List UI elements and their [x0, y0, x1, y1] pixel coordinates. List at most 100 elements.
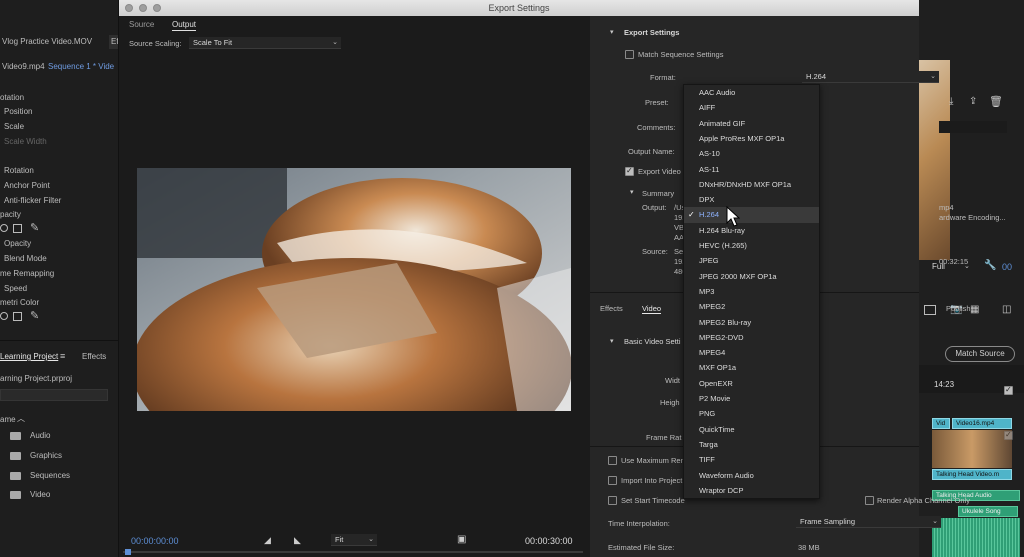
export-video-checkbox[interactable]	[625, 166, 634, 176]
set-out-point-icon[interactable]: ◣	[294, 535, 301, 546]
menu-item-p2-movie[interactable]: P2 Movie	[684, 391, 819, 406]
minimize-window-button[interactable]	[139, 4, 147, 12]
lock-aspect-checkbox[interactable]	[1004, 385, 1013, 395]
sequence-label[interactable]: Sequence 1 * Vide	[48, 60, 114, 74]
menu-item-targa[interactable]: Targa	[684, 437, 819, 452]
chevron-down-icon: ⌄	[332, 39, 338, 46]
panel-menu-icon[interactable]: ≡	[60, 351, 65, 361]
source-scaling-dropdown[interactable]: Scale To Fit ⌄	[189, 37, 341, 49]
frame-rate-checkbox[interactable]	[1004, 430, 1013, 440]
program-monitor-preview	[918, 60, 950, 260]
rectangle-mask-icon-2[interactable]	[13, 312, 22, 321]
timecode-start[interactable]: 00:00:00:00	[131, 536, 179, 546]
save-preset-icon[interactable]: ⤓	[949, 96, 953, 107]
menu-item-tiff[interactable]: TIFF	[684, 452, 819, 467]
project-search-input[interactable]	[0, 389, 108, 401]
frame-rate-label: Frame Rat	[646, 433, 682, 442]
clip-vid[interactable]: Vid	[932, 418, 950, 429]
estimated-size-value: 38 MB	[798, 543, 820, 552]
tab-effects-export[interactable]: Effects	[600, 304, 623, 313]
sequence-clip-name: Video9.mp4	[2, 62, 45, 71]
menu-item-h264[interactable]: ✓ H.264	[684, 207, 819, 223]
basic-video-collapse-icon[interactable]: ▾	[610, 337, 614, 345]
set-in-point-icon[interactable]: ◢	[264, 535, 271, 546]
set-start-timecode-checkbox[interactable]	[608, 496, 617, 505]
ellipse-mask-icon[interactable]	[0, 224, 8, 232]
menu-item-wraptor-dcp[interactable]: Wraptor DCP	[684, 483, 819, 498]
collapse-triangle-icon[interactable]: ▾	[610, 28, 614, 36]
tab-output[interactable]: Output	[172, 20, 197, 31]
safe-margins-icon[interactable]	[924, 305, 936, 315]
fit-dropdown[interactable]: Fit ⌄	[331, 534, 377, 546]
maximize-window-button[interactable]	[153, 4, 161, 12]
chevron-down-icon: ⌄	[930, 73, 936, 80]
playhead[interactable]	[125, 549, 131, 555]
program-timeline-background: Full ⌄ 🔧 00 📷 ▦ ◫ 14:23 Vid Video16.mp4 …	[918, 0, 1024, 557]
close-window-button[interactable]	[125, 4, 133, 12]
format-dropdown[interactable]: H.264 ⌄	[802, 71, 939, 83]
bin-audio[interactable]: Audio	[30, 429, 50, 443]
menu-item-hevc[interactable]: HEVC (H.265)	[684, 238, 819, 253]
menu-item-animated-gif[interactable]: Animated GIF	[684, 116, 819, 131]
menu-item-waveform-audio[interactable]: Waveform Audio	[684, 468, 819, 483]
menu-item-openexr[interactable]: OpenEXR	[684, 376, 819, 391]
summary-source-time: 00:32:15	[939, 257, 969, 266]
menu-item-png[interactable]: PNG	[684, 406, 819, 421]
lift-icon[interactable]: ▦	[970, 304, 979, 315]
ellipse-mask-icon-2[interactable]	[0, 312, 8, 320]
menu-item-as11[interactable]: AS-11	[684, 162, 819, 177]
menu-item-jpeg[interactable]: JPEG	[684, 253, 819, 268]
tab-publish[interactable]: Publish	[946, 304, 971, 313]
sort-up-icon[interactable]: ︿	[17, 413, 25, 424]
timeline-scrubber[interactable]	[123, 551, 583, 553]
folder-icon	[10, 452, 21, 460]
render-alpha-checkbox[interactable]	[865, 496, 874, 505]
compare-icon[interactable]: ◫	[1002, 304, 1011, 315]
pen-mask-icon-2[interactable]: ✎	[30, 309, 39, 322]
menu-item-mpeg4[interactable]: MPEG4	[684, 345, 819, 360]
delete-preset-icon[interactable]: 🗑	[989, 95, 1003, 108]
rectangle-mask-icon[interactable]	[13, 224, 22, 233]
menu-item-mp3[interactable]: MP3	[684, 284, 819, 299]
import-into-project-checkbox[interactable]	[608, 476, 617, 485]
match-source-button[interactable]: Match Source	[945, 346, 1015, 362]
menu-item-prores-mxf[interactable]: Apple ProRes MXF OP1a	[684, 131, 819, 146]
menu-item-mpeg2-dvd[interactable]: MPEG2-DVD	[684, 330, 819, 345]
tab-source[interactable]: Source	[129, 20, 154, 29]
divider	[0, 340, 120, 341]
summary-collapse-icon[interactable]: ▾	[630, 188, 634, 196]
folder-icon	[10, 472, 21, 480]
import-preset-icon[interactable]: ⇪	[969, 96, 977, 107]
menu-item-mpeg2-bluray[interactable]: MPEG2 Blu-ray	[684, 315, 819, 330]
summary-hw-encoding: ardware Encoding...	[939, 213, 1006, 222]
comments-input[interactable]	[939, 121, 1007, 133]
menu-item-dpx[interactable]: DPX	[684, 192, 819, 207]
menu-item-mxf-op1a[interactable]: MXF OP1a	[684, 360, 819, 375]
menu-item-aac-audio[interactable]: AAC Audio	[684, 85, 819, 100]
bin-graphics[interactable]: Graphics	[30, 449, 62, 463]
menu-item-aiff[interactable]: AIFF	[684, 100, 819, 115]
time-interpolation-dropdown[interactable]: Frame Sampling ⌄	[796, 516, 941, 528]
match-sequence-checkbox[interactable]	[625, 50, 634, 59]
menu-item-mpeg2[interactable]: MPEG2	[684, 299, 819, 314]
menu-item-jpeg2000[interactable]: JPEG 2000 MXF OP1a	[684, 269, 819, 284]
clip-talking-head-video[interactable]: Talking Head Video.m	[932, 469, 1012, 480]
clip-video16[interactable]: Video16.mp4	[952, 418, 1012, 429]
menu-item-as10[interactable]: AS-10	[684, 146, 819, 161]
clip-ukulele-song[interactable]: Ukulele Song	[958, 506, 1018, 517]
pen-mask-icon[interactable]: ✎	[30, 221, 39, 234]
menu-item-dnxhr[interactable]: DNxHR/DNxHD MXF OP1a	[684, 177, 819, 192]
aspect-correction-icon[interactable]: ▣	[457, 534, 466, 545]
tab-project[interactable]: Learning Project	[0, 350, 58, 364]
menu-item-quicktime[interactable]: QuickTime	[684, 422, 819, 437]
column-name-header[interactable]: ame	[0, 413, 16, 427]
use-max-render-checkbox[interactable]	[608, 456, 617, 465]
tab-video[interactable]: Video	[642, 304, 662, 314]
menu-item-h264-bluray[interactable]: H.264 Blu-ray	[684, 223, 819, 238]
tab-effects[interactable]: Effects	[82, 350, 106, 364]
bin-sequences[interactable]: Sequences	[30, 469, 70, 483]
prop-blend-mode: Blend Mode	[4, 254, 47, 263]
bin-video[interactable]: Video	[30, 488, 50, 502]
chevron-down-icon: ⌄	[368, 536, 374, 543]
wrench-icon[interactable]: 🔧	[984, 260, 996, 271]
